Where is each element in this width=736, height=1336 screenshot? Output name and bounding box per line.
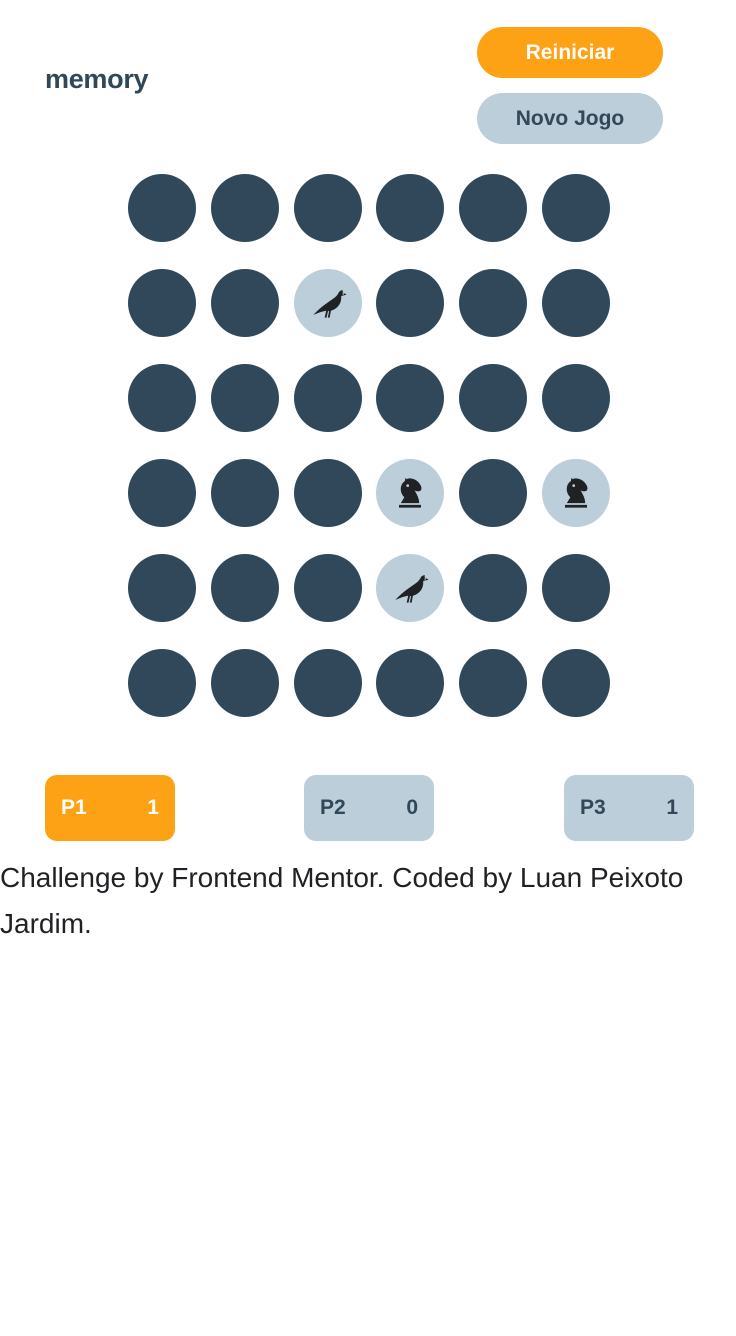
tile-hidden[interactable] [293,364,362,432]
tile-hidden[interactable] [541,649,610,717]
tile-hidden[interactable] [210,174,279,242]
tile-hidden[interactable] [210,459,279,527]
tile-hidden[interactable] [376,649,445,717]
tile-hidden[interactable] [128,649,196,717]
restart-button[interactable]: Reiniciar [477,27,663,78]
tile-hidden[interactable] [459,649,528,717]
tile-hidden[interactable] [293,174,362,242]
tile-hidden[interactable] [293,649,362,717]
crow-icon [306,281,350,325]
tile-hidden[interactable] [459,364,528,432]
tile-hidden[interactable] [376,269,445,337]
memory-board [128,174,612,720]
player-score: 0 [406,796,418,819]
tile-hidden[interactable] [210,649,279,717]
player-card-p1: P1 1 [45,775,175,841]
player-card-p3: P3 1 [564,775,694,841]
player-name: P2 [320,796,346,819]
tile-hidden[interactable] [541,554,610,622]
tile-hidden[interactable] [128,269,196,337]
crow-icon [388,566,432,610]
tile-hidden[interactable] [541,364,610,432]
tile-hidden[interactable] [128,174,196,242]
tile-revealed[interactable] [541,459,610,527]
tile-hidden[interactable] [293,459,362,527]
player-name: P3 [580,796,606,819]
player-name: P1 [61,796,87,819]
tile-hidden[interactable] [459,554,528,622]
chess-knight-icon [554,471,598,515]
tile-hidden[interactable] [210,554,279,622]
footer-attribution: Challenge by Frontend Mentor. Coded by L… [0,862,684,939]
tile-revealed[interactable] [376,554,445,622]
tile-hidden[interactable] [293,554,362,622]
player-score: 1 [147,796,159,819]
tile-hidden[interactable] [459,269,528,337]
tile-hidden[interactable] [541,174,610,242]
tile-hidden[interactable] [128,364,196,432]
player-score: 1 [666,796,678,819]
tile-hidden[interactable] [459,174,528,242]
player-card-p2: P2 0 [304,775,434,841]
tile-revealed[interactable] [376,459,445,527]
tile-hidden[interactable] [128,554,196,622]
new-game-button[interactable]: Novo Jogo [477,93,663,144]
tile-hidden[interactable] [376,174,445,242]
chess-knight-icon [388,471,432,515]
tile-hidden[interactable] [128,459,196,527]
tile-hidden[interactable] [210,269,279,337]
tile-hidden[interactable] [210,364,279,432]
tile-hidden[interactable] [541,269,610,337]
tile-revealed[interactable] [293,269,362,337]
app-logo: memory [45,64,149,94]
tile-hidden[interactable] [376,364,445,432]
tile-hidden[interactable] [459,459,528,527]
